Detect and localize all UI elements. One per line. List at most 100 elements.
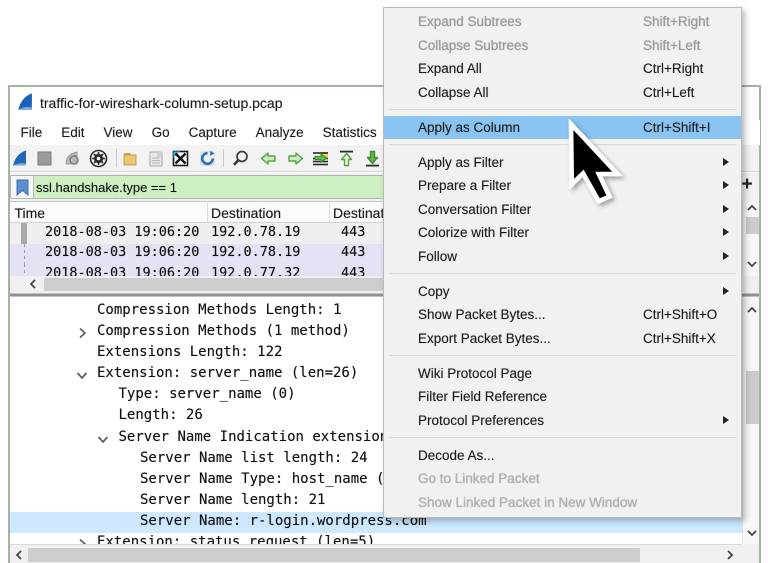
go-back-button[interactable] bbox=[259, 149, 278, 168]
expanded-arrow-icon[interactable] bbox=[76, 369, 88, 381]
menu-item-label: Export Packet Bytes... bbox=[418, 327, 551, 351]
details-hscrollbar[interactable] bbox=[10, 544, 742, 563]
restart-capture-button[interactable] bbox=[63, 149, 82, 168]
menubar-item-capture[interactable]: Capture bbox=[179, 125, 246, 140]
packet-list-vscrollbar[interactable] bbox=[742, 201, 759, 276]
menu-item-export-packet-bytes[interactable]: Export Packet Bytes...Ctrl+Shift+X bbox=[384, 327, 741, 351]
menu-item-conversation-filter[interactable]: Conversation Filter bbox=[384, 198, 741, 222]
go-to-packet-button[interactable] bbox=[311, 149, 330, 168]
save-file-button[interactable] bbox=[146, 149, 165, 168]
menu-item-collapse-all[interactable]: Collapse AllCtrl+Left bbox=[384, 81, 741, 105]
menu-item-shortcut: Ctrl+Right bbox=[643, 57, 703, 81]
toolbar-separator bbox=[223, 149, 224, 167]
go-to-packet-icon bbox=[311, 149, 330, 168]
menu-item-show-linked-packet-in-new-window[interactable]: Show Linked Packet in New Window bbox=[384, 491, 741, 515]
menu-item-prepare-a-filter[interactable]: Prepare a Filter bbox=[384, 174, 741, 198]
tree-row-text[interactable]: Server Name length: 21 bbox=[140, 492, 325, 508]
scroll-down-icon[interactable] bbox=[745, 526, 759, 540]
column-header-time[interactable]: Time bbox=[15, 205, 46, 221]
submenu-arrow-icon bbox=[723, 181, 729, 189]
menu-item-show-packet-bytes[interactable]: Show Packet Bytes...Ctrl+Shift+O bbox=[384, 303, 741, 327]
menu-separator bbox=[384, 139, 741, 151]
menu-item-shortcut: Ctrl+Left bbox=[643, 81, 694, 105]
column-header-destination[interactable]: Destination bbox=[211, 205, 281, 221]
menu-item-colorize-with-filter[interactable]: Colorize with Filter bbox=[384, 221, 741, 245]
menubar-item-view[interactable]: View bbox=[94, 125, 142, 140]
go-to-bottom-button[interactable] bbox=[363, 149, 382, 168]
menu-separator bbox=[384, 104, 741, 116]
menu-item-expand-all[interactable]: Expand AllCtrl+Right bbox=[384, 57, 741, 81]
tree-row-text[interactable]: Compression Methods Length: 1 bbox=[97, 302, 341, 318]
menu-item-label: Apply as Column bbox=[418, 116, 520, 140]
toolbar-separator bbox=[116, 149, 117, 167]
tree-row-text[interactable]: Type: server_name (0) bbox=[119, 386, 296, 402]
scroll-down-icon[interactable] bbox=[745, 257, 759, 271]
menu-item-filter-field-reference[interactable]: Filter Field Reference bbox=[384, 385, 741, 409]
reload-icon bbox=[198, 149, 217, 168]
menu-item-decode-as[interactable]: Decode As... bbox=[384, 444, 741, 468]
window-title: traffic-for-wireshark-column-setup.pcap bbox=[40, 95, 283, 111]
column-separator[interactable] bbox=[207, 203, 208, 222]
menubar-item-file[interactable]: File bbox=[11, 125, 52, 140]
save-file-icon bbox=[146, 149, 165, 168]
menu-separator bbox=[384, 432, 741, 444]
tree-row-text[interactable]: Length: 26 bbox=[119, 407, 203, 423]
related-packet-line bbox=[24, 244, 25, 265]
menubar-item-edit[interactable]: Edit bbox=[52, 125, 94, 140]
menu-item-wiki-protocol-page[interactable]: Wiki Protocol Page bbox=[384, 362, 741, 386]
tree-row-text[interactable]: Server Name list length: 24 bbox=[140, 450, 368, 466]
scroll-left-icon[interactable] bbox=[26, 277, 40, 291]
scroll-up-icon[interactable] bbox=[745, 303, 759, 317]
menu-item-shortcut: Ctrl+Shift+I bbox=[643, 116, 711, 140]
tree-row-text[interactable]: Extension: status_request (len=5) bbox=[97, 534, 375, 544]
scrollbar-thumb[interactable] bbox=[28, 548, 640, 562]
tree-row-text[interactable]: Compression Methods (1 method) bbox=[97, 323, 350, 339]
tree-row[interactable]: Extension: status_request (len=5) bbox=[10, 533, 742, 544]
filter-bookmark-button[interactable] bbox=[11, 176, 34, 198]
go-to-top-icon bbox=[337, 149, 356, 168]
menu-item-apply-as-filter[interactable]: Apply as Filter bbox=[384, 151, 741, 175]
find-packet-button[interactable] bbox=[231, 149, 250, 168]
menu-item-copy[interactable]: Copy bbox=[384, 280, 741, 304]
menu-item-go-to-linked-packet[interactable]: Go to Linked Packet bbox=[384, 467, 741, 491]
expanded-arrow-icon[interactable] bbox=[97, 433, 109, 445]
go-forward-button[interactable] bbox=[286, 149, 305, 168]
menu-item-collapse-subtrees[interactable]: Collapse SubtreesShift+Left bbox=[384, 34, 741, 58]
display-filter-value[interactable]: ssl.handshake.type == 1 bbox=[36, 180, 177, 195]
reload-button[interactable] bbox=[198, 149, 217, 168]
tree-row-text[interactable]: Server Name Type: host_name (0) bbox=[140, 471, 401, 487]
scroll-up-icon[interactable] bbox=[745, 201, 759, 215]
menubar-item-analyze[interactable]: Analyze bbox=[246, 125, 313, 140]
tree-row-text[interactable]: Server Name Indication extension bbox=[119, 429, 389, 445]
submenu-arrow-icon bbox=[723, 287, 729, 295]
menu-item-label: Filter Field Reference bbox=[418, 385, 547, 409]
menubar-item-go[interactable]: Go bbox=[142, 125, 179, 140]
stop-capture-button[interactable] bbox=[35, 149, 54, 168]
capture-options-button[interactable] bbox=[89, 149, 108, 168]
cell-port: 443 bbox=[341, 265, 365, 276]
menu-item-expand-subtrees[interactable]: Expand SubtreesShift+Right bbox=[384, 10, 741, 34]
tree-row-text[interactable]: Extensions Length: 122 bbox=[97, 344, 282, 360]
go-to-top-button[interactable] bbox=[337, 149, 356, 168]
start-capture-button[interactable] bbox=[11, 149, 30, 168]
close-file-button[interactable] bbox=[171, 149, 190, 168]
menu-item-protocol-preferences[interactable]: Protocol Preferences bbox=[384, 409, 741, 433]
cell-port: 443 bbox=[341, 244, 365, 260]
cell-time: 2018-08-03 19:06:20 bbox=[45, 265, 199, 276]
menu-item-apply-as-column[interactable]: Apply as Column Ctrl+Shift+I bbox=[384, 116, 741, 140]
collapsed-arrow-icon[interactable] bbox=[76, 327, 88, 339]
scroll-right-icon[interactable] bbox=[723, 548, 737, 562]
scrollbar-thumb[interactable] bbox=[746, 371, 759, 424]
open-file-button[interactable] bbox=[122, 149, 141, 168]
menubar-item-statistics[interactable]: Statistics bbox=[313, 125, 386, 140]
menu-item-label: Follow bbox=[418, 245, 457, 269]
menu-item-label: Show Packet Bytes... bbox=[418, 303, 546, 327]
menu-item-follow[interactable]: Follow bbox=[384, 245, 741, 269]
column-separator[interactable] bbox=[329, 203, 330, 222]
menu-item-label: Expand Subtrees bbox=[418, 10, 522, 34]
scrollbar-thumb[interactable] bbox=[746, 217, 759, 234]
tree-row-text[interactable]: Extension: server_name (len=26) bbox=[97, 365, 358, 381]
menu-item-shortcut: Shift+Left bbox=[643, 34, 700, 58]
details-vscrollbar[interactable] bbox=[742, 297, 759, 544]
scroll-left-icon[interactable] bbox=[12, 548, 26, 562]
